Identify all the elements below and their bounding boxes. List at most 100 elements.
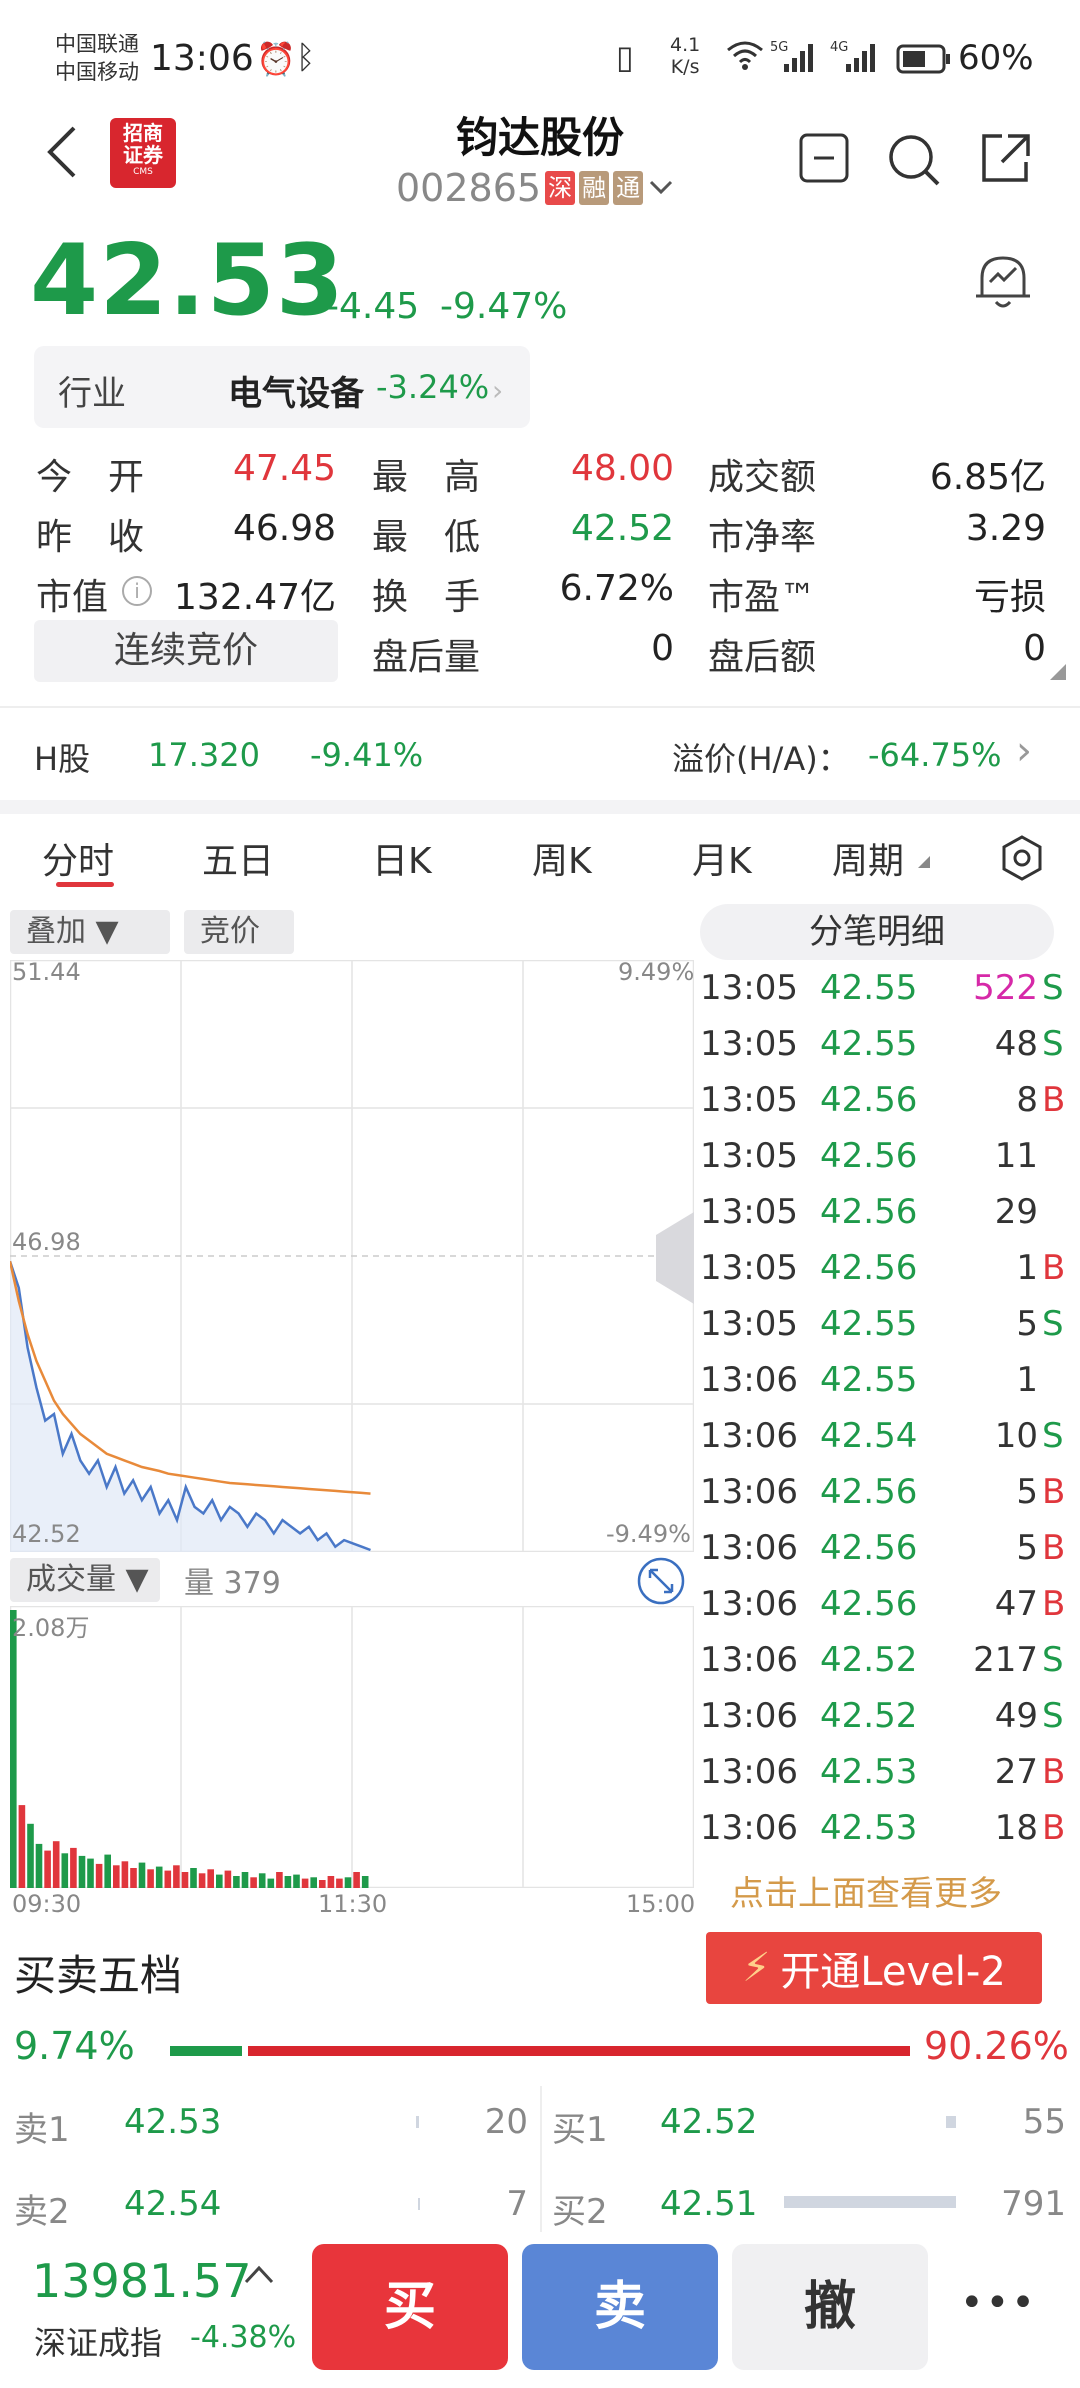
vibrate-icon: ▯: [616, 38, 634, 76]
cancel-order-button[interactable]: 撤: [732, 2244, 928, 2370]
minus-box-icon[interactable]: [798, 132, 850, 188]
expand-corner-icon[interactable]: [1050, 664, 1066, 680]
tick-price: 42.55: [820, 1024, 918, 1064]
tick-price: 42.56: [820, 1248, 918, 1288]
settings-icon[interactable]: [1000, 834, 1044, 886]
search-icon[interactable]: [886, 132, 942, 192]
tick-price: 42.54: [820, 1416, 918, 1456]
index-value[interactable]: 13981.57: [32, 2254, 252, 2308]
tick-price: 42.56: [820, 1528, 918, 1568]
tick-time: 13:05: [700, 1080, 798, 1120]
tab-weekly-k[interactable]: 周K: [532, 832, 592, 884]
buy1-price[interactable]: 42.52: [660, 2102, 757, 2142]
tick-volume: 10: [994, 1416, 1038, 1456]
pe-value: 亏损: [973, 577, 1046, 618]
tab-period[interactable]: 周期: [832, 832, 904, 884]
after-hours-volume-label: 盘后量: [372, 637, 481, 678]
premium-label: 溢价(H/A)：: [672, 740, 850, 778]
volume-bar: [310, 1877, 317, 1888]
tick-volume: 5: [1016, 1304, 1038, 1344]
section-gap: [0, 800, 1080, 814]
sell1-vol-bar: [416, 2116, 419, 2128]
volume-bar: [198, 1873, 206, 1888]
buy2-price[interactable]: 42.51: [660, 2184, 757, 2224]
mcap-value: 132.47亿: [174, 577, 336, 618]
share-icon[interactable]: [978, 132, 1032, 190]
chevron-up-icon[interactable]: [242, 2256, 276, 2297]
current-price: 42.53: [30, 224, 345, 338]
tick-row: 13:05 42.55 5 S: [700, 1296, 1072, 1352]
pct-axis-bottom: -9.49%: [606, 1520, 691, 1548]
fullscreen-icon[interactable]: [636, 1556, 686, 1610]
tick-row: 13:06 42.54 10 S: [700, 1408, 1072, 1464]
tick-side: S: [1042, 1640, 1064, 1680]
tick-volume: 47: [994, 1584, 1038, 1624]
tab-5day[interactable]: 五日: [202, 832, 274, 884]
sell2-price[interactable]: 42.54: [124, 2184, 221, 2224]
volume-bar: [336, 1878, 343, 1888]
tick-price: 42.56: [820, 1584, 918, 1624]
tick-volume: 5: [1016, 1472, 1038, 1512]
wifi-icon: [726, 38, 764, 78]
tab-monthly-k[interactable]: 月K: [692, 832, 752, 884]
overlay-dropdown[interactable]: 叠加 ▼: [10, 910, 170, 954]
sell1-price[interactable]: 42.53: [124, 2102, 221, 2142]
volume-chart[interactable]: [10, 1606, 694, 1888]
volume-bar: [130, 1868, 137, 1888]
tag-tong: 通: [613, 171, 644, 205]
volume-bar: [121, 1861, 129, 1888]
tick-side: S: [1042, 1416, 1064, 1456]
bluetooth-icon: ᛒ: [296, 38, 316, 76]
tick-price: 42.52: [820, 1640, 918, 1680]
net-speed: 4.1 K/s: [670, 34, 700, 78]
chevron-down-icon: [650, 180, 673, 195]
volume-bar: [344, 1877, 352, 1888]
premium-value: -64.75%: [868, 736, 1002, 774]
tick-time: 13:05: [700, 1304, 798, 1344]
continuous-auction-button[interactable]: 连续竞价: [34, 620, 338, 682]
sell1-label: 卖1: [14, 2110, 70, 2150]
volume-dropdown[interactable]: 成交量 ▼: [10, 1558, 160, 1602]
tick-side: S: [1042, 1304, 1064, 1344]
price-alert-icon[interactable]: [972, 250, 1034, 318]
tick-row: 13:06 42.53 27 B: [700, 1744, 1072, 1800]
volume-bar: [327, 1876, 335, 1888]
volume-bar: [207, 1869, 214, 1888]
volume-axis-top: 2.08万: [12, 1614, 90, 1642]
info-icon[interactable]: i: [122, 576, 152, 606]
volume-bar: [35, 1843, 43, 1888]
volume-bar: [258, 1873, 266, 1888]
volume-bar: [104, 1854, 111, 1888]
sell-button[interactable]: 卖: [522, 2244, 718, 2370]
price-change: -4.45: [326, 286, 420, 327]
index-name: 深证成指: [34, 2324, 163, 2362]
intraday-price-chart[interactable]: [10, 960, 694, 1552]
tick-side: B: [1042, 1248, 1066, 1288]
level2-button[interactable]: ⚡ 开通Level-2: [706, 1932, 1042, 2004]
more-menu-button[interactable]: •••: [960, 2280, 1037, 2326]
auction-chip[interactable]: 竞价: [184, 910, 294, 954]
view-more-link[interactable]: 点击上面查看更多: [730, 1866, 1002, 1915]
industry-label: 行业: [58, 374, 126, 414]
time-label-open: 09:30: [12, 1890, 82, 1918]
prev-close-value: 46.98: [232, 508, 336, 549]
tick-price: 42.53: [820, 1808, 918, 1848]
tick-row: 13:06 42.56 5 B: [700, 1520, 1072, 1576]
volume-bar: [267, 1878, 275, 1888]
tag-shen: 深: [545, 171, 576, 205]
volume-bar: [52, 1841, 60, 1888]
tick-row: 13:05 42.55 522 S: [700, 960, 1072, 1016]
tick-time: 13:06: [700, 1528, 798, 1568]
tick-side: B: [1042, 1584, 1066, 1624]
buy-button[interactable]: 买: [312, 2244, 508, 2370]
low-label: 最 低: [372, 517, 481, 558]
carrier-info: 中国联通 中国移动: [55, 30, 139, 86]
h-share-chevron-icon[interactable]: ›: [1016, 728, 1032, 774]
tab-daily-k[interactable]: 日K: [372, 832, 432, 884]
industry-pct: -3.24%: [376, 368, 490, 406]
volume-bar: [10, 1610, 17, 1888]
volume-bar: [18, 1805, 26, 1888]
tick-detail-header[interactable]: 分笔明细: [700, 904, 1054, 960]
stock-code-row[interactable]: 002865 深 融 通: [396, 166, 675, 210]
tab-intraday[interactable]: 分时: [42, 832, 114, 884]
